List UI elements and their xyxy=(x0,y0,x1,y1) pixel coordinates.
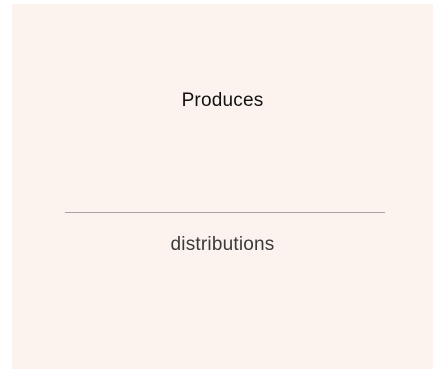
card-divider xyxy=(65,212,385,213)
card-heading: Produces xyxy=(181,90,264,111)
card-value: distributions xyxy=(170,234,275,255)
info-card: Produces distributions xyxy=(12,4,433,369)
